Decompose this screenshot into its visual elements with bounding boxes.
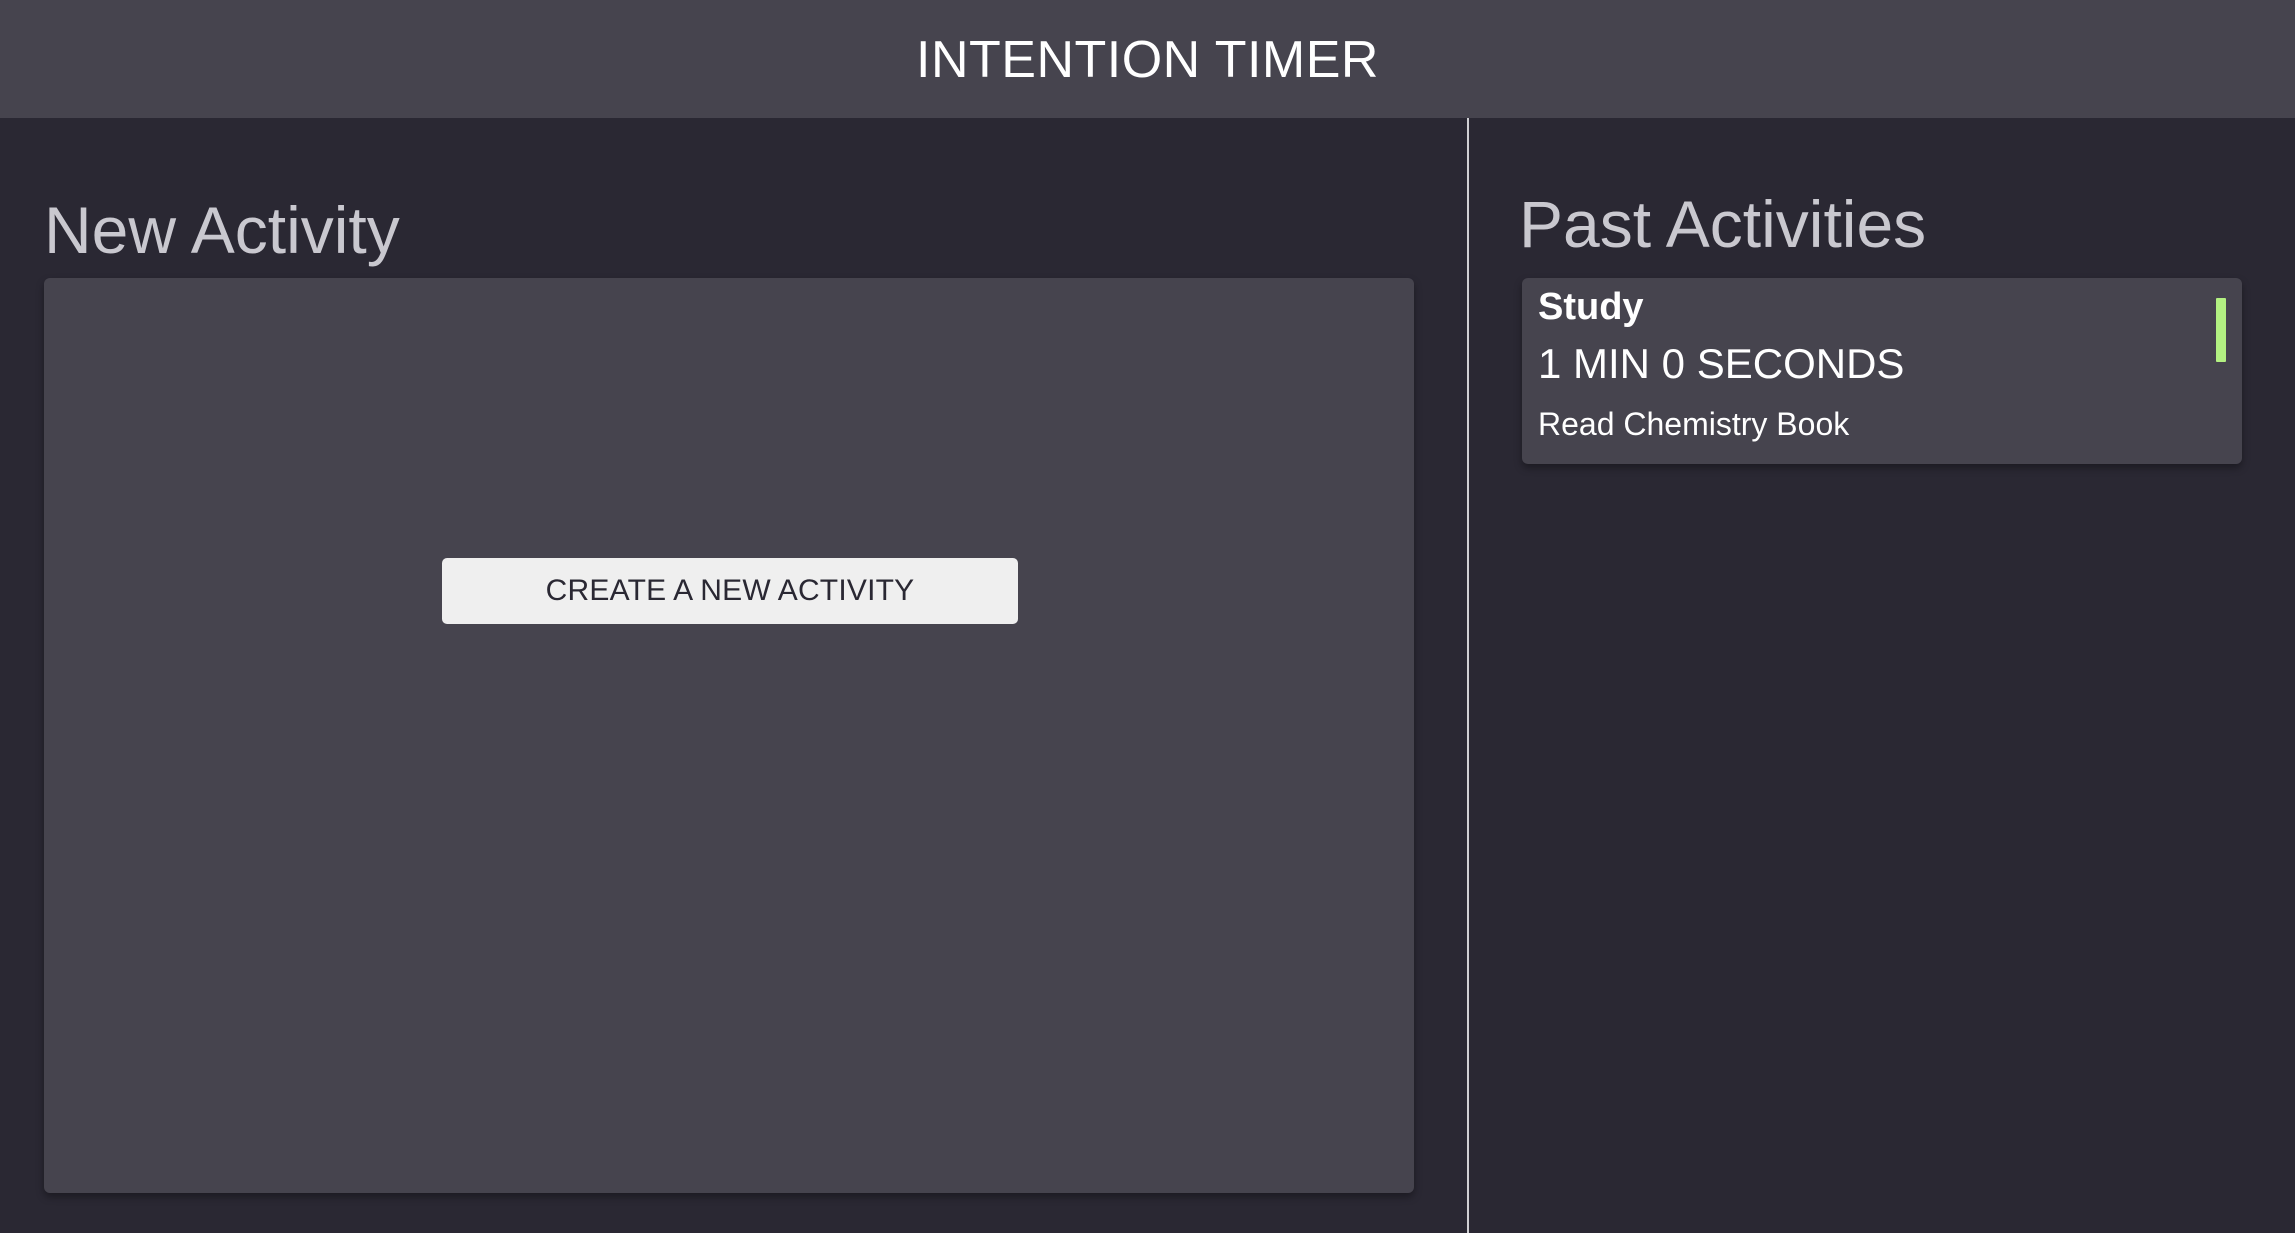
new-activity-heading: New Activity [44, 193, 400, 267]
past-activities-panel: Past Activities Study 1 MIN 0 SECONDS Re… [1469, 118, 2295, 1233]
category-color-indicator [2216, 298, 2226, 362]
new-activity-form-box: CREATE A NEW ACTIVITY [44, 278, 1414, 1193]
activity-category: Study [1538, 286, 1644, 328]
create-new-activity-button[interactable]: CREATE A NEW ACTIVITY [442, 558, 1018, 624]
past-activities-heading: Past Activities [1519, 187, 1927, 261]
app-title: INTENTION TIMER [916, 31, 1379, 89]
past-activity-card[interactable]: Study 1 MIN 0 SECONDS Read Chemistry Boo… [1522, 278, 2242, 464]
activity-duration: 1 MIN 0 SECONDS [1538, 340, 1905, 387]
app-header: INTENTION TIMER [0, 0, 2295, 118]
app-root: INTENTION TIMER New Activity CREATE A NE… [0, 0, 2295, 1233]
activity-description: Read Chemistry Book [1538, 406, 1850, 442]
new-activity-panel: New Activity CREATE A NEW ACTIVITY [0, 118, 1467, 1233]
